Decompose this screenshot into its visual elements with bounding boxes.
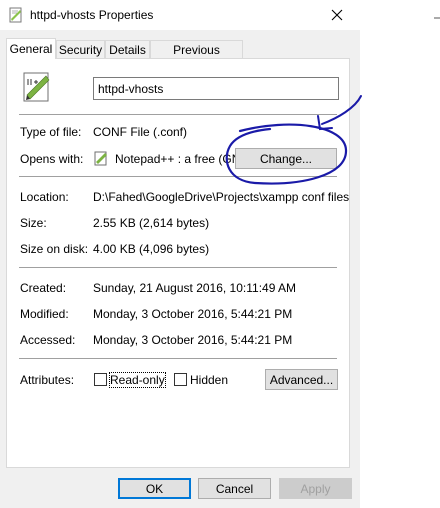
attributes-label: Attributes: — [20, 373, 75, 387]
separator — [19, 267, 337, 268]
separator — [19, 176, 337, 177]
accessed-value: Monday, 3 October 2016, 5:44:21 PM — [93, 333, 293, 347]
separator — [19, 358, 337, 359]
size-on-disk-value: 4.00 KB (4,096 bytes) — [93, 242, 210, 256]
close-button[interactable] — [314, 0, 360, 30]
tab-details[interactable]: Details — [105, 40, 150, 58]
file-icon — [9, 7, 22, 23]
created-label: Created: — [20, 281, 67, 295]
advanced-button[interactable]: Advanced... — [265, 369, 338, 390]
opens-with-label: Opens with: — [20, 152, 84, 166]
size-label: Size: — [20, 216, 47, 230]
general-panel: Type of file: CONF File (.conf) Opens wi… — [6, 58, 350, 468]
size-value: 2.55 KB (2,614 bytes) — [93, 216, 210, 230]
size-on-disk-label: Size on disk: — [20, 242, 89, 256]
hidden-label[interactable]: Hidden — [190, 373, 228, 387]
created-value: Sunday, 21 August 2016, 10:11:49 AM — [93, 281, 297, 295]
modified-value: Monday, 3 October 2016, 5:44:21 PM — [93, 307, 293, 321]
file-name-input[interactable] — [93, 77, 339, 100]
notepad-file-icon — [23, 72, 50, 102]
location-value: D:\Fahed\GoogleDrive\Projects\xampp conf… — [93, 190, 350, 204]
properties-dialog: httpd-vhosts Properties General Security… — [0, 0, 360, 508]
type-of-file-label: Type of file: — [20, 125, 82, 139]
opens-with-value: Notepad++ : a free (GN — [115, 152, 241, 166]
readonly-checkbox[interactable] — [94, 373, 107, 386]
accessed-label: Accessed: — [20, 333, 76, 347]
location-label: Location: — [20, 190, 69, 204]
title-bar[interactable]: httpd-vhosts Properties — [0, 0, 360, 30]
apply-button[interactable]: Apply — [279, 478, 352, 499]
ok-button[interactable]: OK — [118, 478, 191, 499]
separator — [19, 114, 337, 115]
tab-previous-versions[interactable]: Previous Versions — [150, 40, 243, 75]
hidden-checkbox[interactable] — [174, 373, 187, 386]
tab-security[interactable]: Security — [56, 40, 105, 58]
type-of-file-value: CONF File (.conf) — [93, 125, 188, 139]
notepad-plus-plus-icon — [94, 151, 107, 166]
close-icon — [331, 9, 343, 21]
window-title: httpd-vhosts Properties — [30, 8, 154, 22]
modified-label: Modified: — [20, 307, 69, 321]
readonly-label[interactable]: Read-only — [109, 372, 166, 388]
tab-general[interactable]: General — [6, 38, 56, 59]
change-button[interactable]: Change... — [235, 148, 337, 169]
cancel-button[interactable]: Cancel — [198, 478, 271, 499]
